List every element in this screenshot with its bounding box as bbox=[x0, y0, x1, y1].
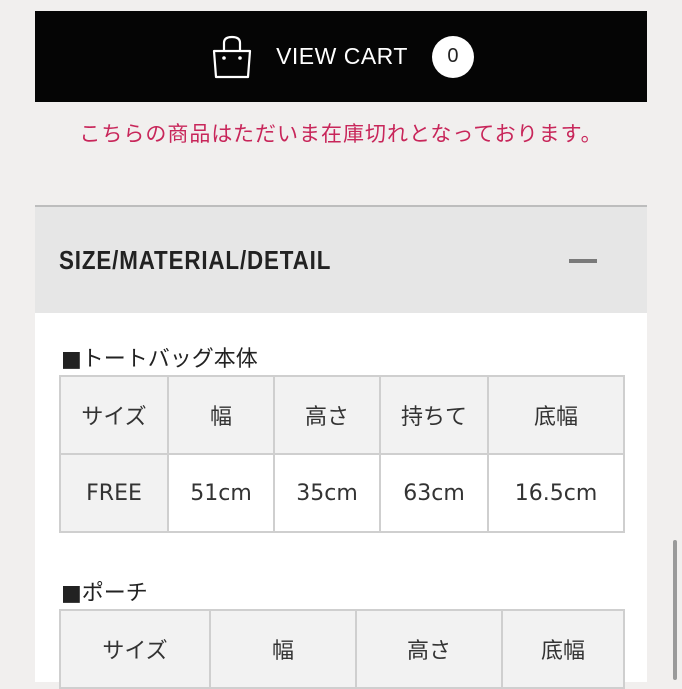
cart-count-badge: 0 bbox=[431, 35, 474, 78]
size-material-detail-accordion[interactable]: SIZE/MATERIAL/DETAIL bbox=[35, 205, 647, 313]
table-row: FREE 51cm 35cm 63cm 16.5cm bbox=[59, 453, 625, 533]
tote-size-table: サイズ 幅 高さ 持ちて 底幅 FREE 51cm 35cm 63cm 16.5… bbox=[59, 375, 625, 533]
table-header-row: サイズ 幅 高さ 持ちて 底幅 bbox=[59, 375, 625, 455]
table-cell: 35cm bbox=[273, 453, 381, 533]
pouch-size-table: サイズ 幅 高さ 底幅 bbox=[59, 609, 625, 689]
view-cart-label: VIEW CART bbox=[276, 43, 408, 69]
table-header-cell: 高さ bbox=[273, 375, 381, 455]
collapse-minus-icon[interactable] bbox=[569, 259, 597, 263]
table-header-row: サイズ 幅 高さ 底幅 bbox=[59, 609, 625, 689]
table-cell: 51cm bbox=[167, 453, 275, 533]
page-scrollbar[interactable] bbox=[673, 540, 677, 680]
table-header-cell: 底幅 bbox=[501, 609, 625, 689]
table-header-cell: サイズ bbox=[59, 609, 211, 689]
table-header-cell: 幅 bbox=[209, 609, 357, 689]
table-cell: FREE bbox=[59, 453, 169, 533]
shopping-bag-icon bbox=[212, 35, 252, 78]
table-cell: 16.5cm bbox=[487, 453, 625, 533]
accordion-title: SIZE/MATERIAL/DETAIL bbox=[59, 245, 332, 275]
table-header-cell: 持ちて bbox=[379, 375, 489, 455]
out-of-stock-notice: こちらの商品はただいま在庫切れとなっております。 bbox=[79, 122, 603, 146]
table-header-cell: 幅 bbox=[167, 375, 275, 455]
table-header-cell: サイズ bbox=[59, 375, 169, 455]
accordion-content: ■トートバッグ本体 サイズ 幅 高さ 持ちて 底幅 FREE 51cm 35cm… bbox=[35, 313, 647, 689]
pouch-section-title: ■ポーチ bbox=[61, 581, 148, 606]
table-header-cell: 高さ bbox=[355, 609, 503, 689]
table-cell: 63cm bbox=[379, 453, 489, 533]
view-cart-button[interactable]: VIEW CART 0 bbox=[35, 11, 647, 102]
table-header-cell: 底幅 bbox=[487, 375, 625, 455]
tote-section-title: ■トートバッグ本体 bbox=[61, 347, 258, 372]
